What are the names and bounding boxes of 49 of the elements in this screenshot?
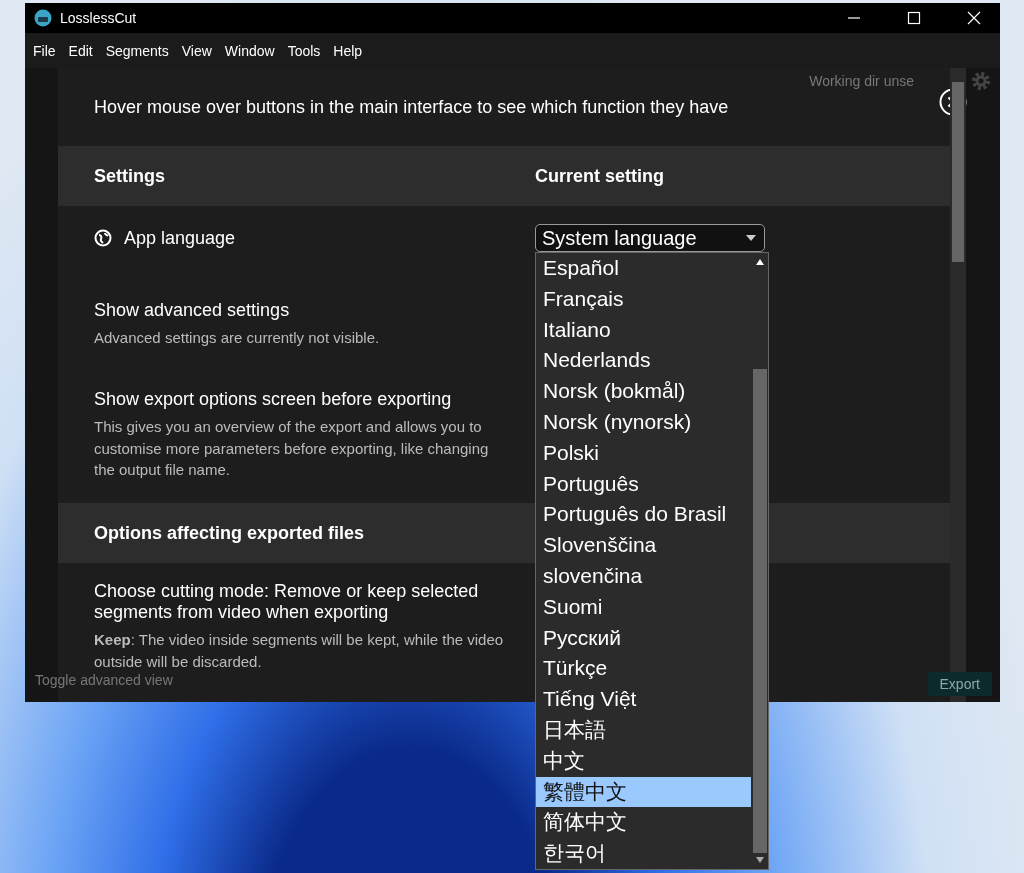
dropdown-option[interactable]: Español [536, 253, 751, 284]
dropdown-option[interactable]: Русский [536, 622, 751, 654]
export-button[interactable]: Export [927, 672, 992, 696]
language-dropdown[interactable]: System language [535, 224, 765, 252]
menu-item[interactable]: Segments [105, 42, 169, 59]
dropdown-option[interactable]: 한국어 [536, 838, 751, 869]
app-logo-icon [34, 9, 52, 27]
menu-item[interactable]: Tools [287, 42, 321, 59]
setting-description: Advanced settings are currently not visible. [94, 328, 381, 348]
dropdown-option[interactable]: Norsk (nynorsk) [536, 407, 751, 438]
setting-label: App language [124, 227, 236, 249]
working-directory-label[interactable]: Working dir unse [809, 73, 914, 89]
dropdown-option[interactable]: 繁體中文 [536, 776, 751, 808]
dropdown-option[interactable]: Français [536, 283, 751, 315]
dropdown-option[interactable]: slovenčina [536, 560, 751, 592]
scroll-down-icon[interactable] [755, 856, 764, 863]
section-title: Options affecting exported files [93, 522, 366, 544]
setting-description: This gives you an overview of the export and allows you to customise more parameters before exporting, like changing the output file name. [94, 416, 490, 481]
dropdown-option[interactable]: 简体中文 [536, 807, 751, 839]
dropdown-option[interactable]: Suomi [536, 591, 751, 623]
column-header: Current setting [535, 165, 665, 187]
menu-item[interactable]: Help [333, 42, 363, 59]
menu-item[interactable]: File [33, 42, 56, 59]
hint-text: Hover mouse over buttons in the main interface to see which function they have [94, 96, 729, 118]
dropdown-option[interactable]: Português do Brasil [536, 499, 751, 531]
dropdown-option[interactable]: Türkçe [536, 653, 751, 685]
dropdown-option[interactable]: Polski [536, 437, 751, 469]
window-title: LosslessCut [60, 10, 137, 26]
dropdown-option[interactable]: Slovenščina [536, 530, 751, 561]
menu-item[interactable]: View [181, 42, 212, 59]
maximize-icon[interactable] [907, 11, 921, 25]
dropdown-option[interactable]: Nederlands [536, 345, 751, 377]
dropdown-option[interactable]: Português [536, 468, 751, 500]
column-header: Settings [93, 165, 166, 187]
scroll-up-icon[interactable] [755, 259, 764, 265]
dropdown-option[interactable]: 中文 [536, 745, 751, 777]
dropdown-option[interactable]: Italiano [536, 314, 751, 346]
dropdown-option[interactable]: 日本語 [536, 714, 751, 746]
setting-label: Choose cutting mode: Remove or keep selected segments from video when exporting [94, 581, 480, 623]
toggle-advanced-view-button[interactable]: Toggle advanced view [35, 672, 173, 696]
setting-description: Keep: The video inside segments will be kept, while the video outside will be discarded. [94, 630, 505, 672]
setting-label: Show advanced settings [94, 300, 291, 321]
dropdown-option[interactable]: Tiếng Việt [536, 684, 751, 715]
menu-item[interactable]: Window [224, 42, 275, 59]
setting-label: Show export options screen before exporting [94, 388, 453, 410]
menu-item[interactable]: Edit [68, 42, 93, 59]
dropdown-option[interactable]: Norsk (bokmål) [536, 376, 751, 407]
globe-icon [94, 229, 112, 247]
caret-icon [746, 235, 756, 241]
